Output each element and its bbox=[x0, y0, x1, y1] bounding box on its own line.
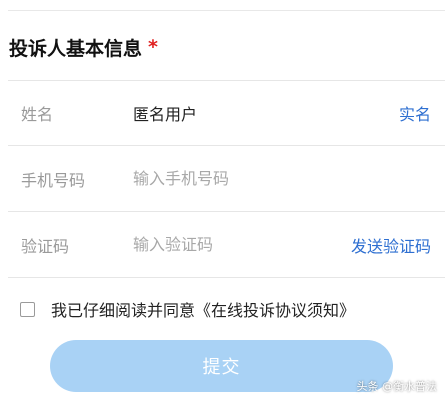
code-label: 验证码 bbox=[21, 236, 70, 256]
watermark-text: 头条 @衡水普法 bbox=[356, 380, 438, 393]
name-label: 姓名 bbox=[21, 105, 54, 124]
phone-label: 手机号码 bbox=[21, 170, 86, 190]
name-value: 匿名用户 bbox=[133, 105, 198, 124]
send-code-button[interactable]: 发送验证码 bbox=[351, 233, 431, 257]
submit-button[interactable]: 提交 bbox=[50, 340, 393, 392]
code-input[interactable] bbox=[133, 230, 323, 259]
top-divider bbox=[8, 10, 445, 11]
real-name-button[interactable]: 实名 bbox=[399, 101, 431, 125]
name-row: 姓名 匿名用户 实名 bbox=[8, 80, 445, 146]
agreement-checkbox[interactable] bbox=[20, 301, 35, 317]
required-mark: * bbox=[148, 36, 158, 58]
agreement-row: 我已仔细阅读并同意《在线投诉协议须知》 bbox=[20, 296, 355, 322]
phone-input[interactable] bbox=[133, 164, 323, 193]
agreement-text[interactable]: 我已仔细阅读并同意《在线投诉协议须知》 bbox=[51, 297, 355, 321]
section-title: 投诉人基本信息 * bbox=[9, 32, 158, 62]
section-title-text: 投诉人基本信息 bbox=[9, 37, 143, 60]
phone-row: 手机号码 bbox=[8, 146, 445, 212]
code-row: 验证码 发送验证码 bbox=[8, 212, 445, 278]
